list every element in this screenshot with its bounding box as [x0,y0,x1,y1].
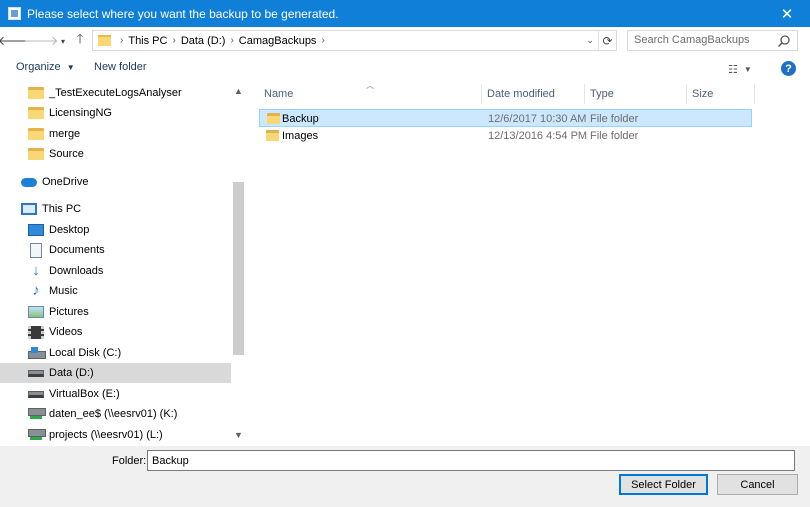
new-folder-button[interactable]: New folder [94,61,147,77]
scroll-down-chevron-icon[interactable]: ▼ [231,428,246,442]
nav-item-merge[interactable]: merge [28,124,231,144]
this-pc-icon [21,203,37,215]
folder-icon [266,130,279,141]
file-row-images[interactable]: Images 12/13/2016 4:54 PM File folder [259,127,752,145]
nav-item-pictures[interactable]: Pictures [28,302,231,322]
music-icon: ♪ [32,282,40,299]
cancel-button[interactable]: Cancel [717,474,798,495]
organize-button[interactable]: Organize ▼ [16,61,75,77]
address-folder-icon [98,35,111,46]
desktop-icon [28,224,44,236]
onedrive-icon [21,177,37,187]
nav-item-desktop[interactable]: Desktop [28,220,231,240]
change-view-button[interactable]: ☷ ▼ [728,61,762,77]
nav-item-testexecutelogsanalyser[interactable]: _TestExecuteLogsAnalyser [28,83,231,103]
column-header-type[interactable]: Type [584,84,687,104]
scroll-up-chevron-icon[interactable]: ▲ [231,84,246,98]
chevron-right-icon[interactable]: › [230,35,233,46]
search-box[interactable] [627,30,798,51]
chevron-down-icon: ▼ [66,63,75,72]
window-title: Please select where you want the backup … [27,7,339,21]
file-type: File folder [590,113,639,125]
forward-arrow-icon[interactable]: 🡒 [24,31,59,51]
local-disk-icon [28,347,46,359]
folder-name-input[interactable] [147,450,795,471]
navigation-pane-scrollbar[interactable]: ▲ ▼ [231,82,246,446]
folder-label: Folder: [112,455,147,467]
file-date-modified: 12/6/2017 10:30 AM [488,113,587,125]
network-drive-icon [28,428,46,442]
chevron-right-icon[interactable]: › [120,35,123,46]
scrollbar-thumb[interactable] [233,182,244,355]
column-header-date-modified[interactable]: Date modified [481,84,585,104]
nav-item-source[interactable]: Source [28,144,231,164]
chevron-down-icon: ▼ [743,64,752,74]
videos-icon [28,325,44,339]
details-view-icon: ☷ [728,63,738,76]
nav-item-this-pc[interactable]: This PC [21,199,231,219]
address-history-chevron-down-icon[interactable]: ⌄ [583,31,597,50]
folder-icon [28,107,44,119]
file-type: File folder [590,130,639,142]
drive-icon [28,369,44,377]
nav-item-onedrive[interactable]: OneDrive [21,172,231,192]
column-header-name[interactable]: Name [258,84,482,104]
help-icon[interactable]: ? [781,61,796,76]
navigation-pane[interactable]: _TestExecuteLogsAnalyser LicensingNG mer… [0,82,246,446]
nav-item-local-disk-c[interactable]: Local Disk (C:) [28,343,231,363]
breadcrumb-camagbackups[interactable]: CamagBackups [239,35,317,47]
title-bar: Please select where you want the backup … [0,0,810,27]
column-header-size[interactable]: Size [686,84,755,104]
drive-icon [28,390,44,398]
network-drive-icon [28,407,46,421]
file-date-modified: 12/13/2016 4:54 PM [488,130,588,142]
address-bar[interactable]: › This PC › Data (D:) › CamagBackups › [92,30,617,51]
search-input[interactable] [634,34,774,46]
downloads-icon: ↓ [32,262,40,279]
folder-icon [267,113,280,124]
search-icon[interactable] [777,34,791,48]
file-name: Images [282,130,319,142]
recent-locations-chevron-icon[interactable]: ▾ [54,31,72,51]
breadcrumb-data-d[interactable]: Data (D:) [181,35,226,47]
file-name: Backup [282,113,319,125]
refresh-icon[interactable]: ⟳ [598,31,616,50]
chevron-right-icon[interactable]: › [321,35,324,46]
chevron-right-icon[interactable]: › [172,35,175,46]
up-arrow-icon[interactable]: 🡑 [71,31,89,51]
nav-item-virtualbox-e[interactable]: VirtualBox (E:) [28,384,231,404]
close-icon[interactable]: ✕ [764,0,810,27]
select-folder-button[interactable]: Select Folder [619,474,708,495]
nav-item-data-d[interactable]: Data (D:) [0,363,231,383]
app-icon [8,7,21,20]
nav-item-music[interactable]: ♪ Music [28,281,231,301]
nav-item-videos[interactable]: Videos [28,322,231,342]
nav-item-daten-ee-k[interactable]: daten_ee$ (\\eesrv01) (K:) [28,404,231,424]
nav-item-documents[interactable]: Documents [28,240,231,260]
folder-icon [28,128,44,140]
breadcrumb-this-pc[interactable]: This PC [128,35,167,47]
documents-icon [30,242,42,258]
file-row-backup[interactable]: Backup 12/6/2017 10:30 AM File folder [259,109,752,127]
nav-item-licensingng[interactable]: LicensingNG [28,103,231,123]
back-arrow-icon[interactable]: 🡐 [0,31,32,51]
folder-icon [28,148,44,160]
pictures-icon [28,306,44,318]
folder-icon [28,87,44,99]
nav-item-projects-l[interactable]: projects (\\eesrv01) (L:) [28,425,231,445]
nav-item-downloads[interactable]: ↓ Downloads [28,261,231,281]
